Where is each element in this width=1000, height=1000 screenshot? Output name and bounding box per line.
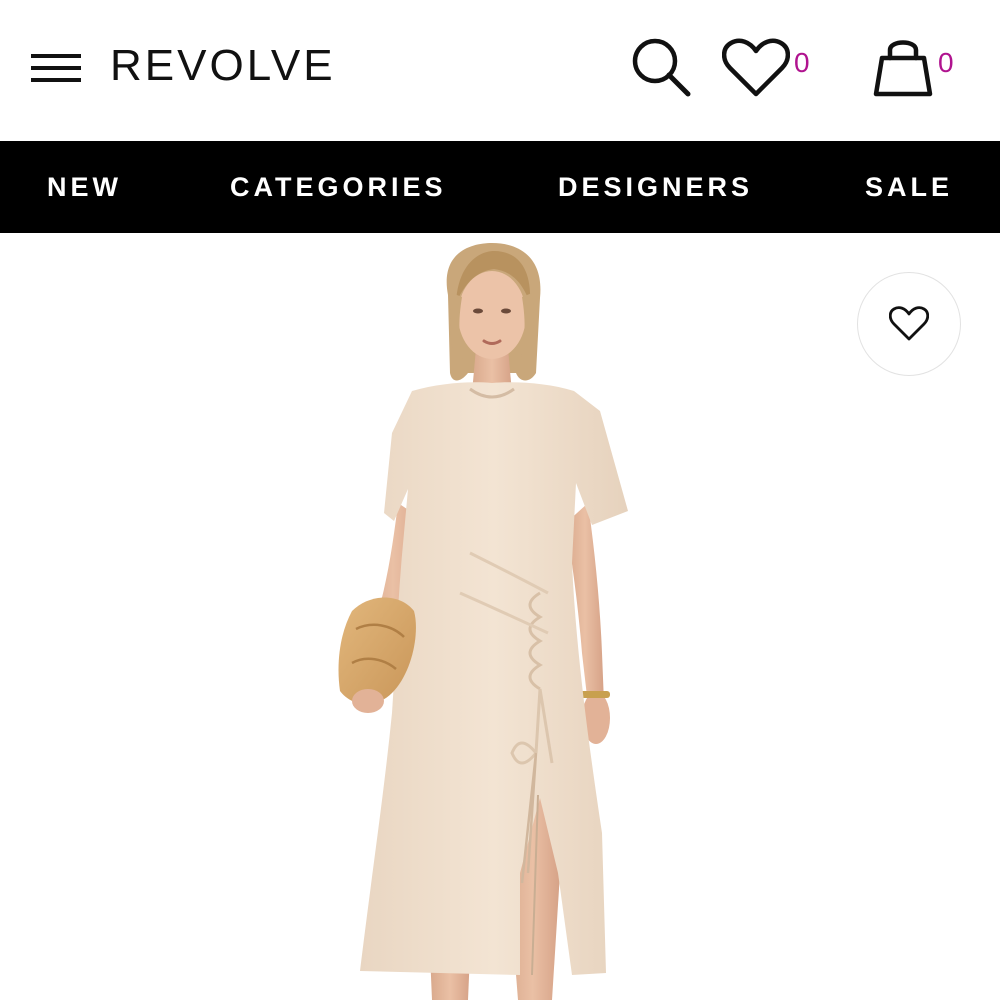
nav-item-sale[interactable]: SALE — [865, 141, 953, 233]
nav-item-categories[interactable]: CATEGORIES — [230, 141, 447, 233]
product-page: REVOLVE 0 0 NEW CATEGORIES DESIGNERS SAL… — [0, 0, 1000, 1000]
bag-count-badge: 0 — [938, 47, 954, 78]
site-header: REVOLVE 0 0 — [0, 0, 1000, 141]
search-icon[interactable] — [630, 36, 692, 98]
hamburger-menu-icon[interactable] — [30, 52, 82, 84]
nav-item-designers[interactable]: DESIGNERS — [558, 141, 753, 233]
model-wearing-dress-illustration — [338, 243, 628, 1000]
shopping-bag-icon[interactable] — [872, 34, 934, 98]
wishlist-count-badge: 0 — [794, 47, 810, 78]
site-logo[interactable]: REVOLVE — [110, 38, 336, 94]
product-photo[interactable] — [0, 233, 1000, 1000]
nav-item-new[interactable]: NEW — [47, 141, 122, 233]
main-nav: NEW CATEGORIES DESIGNERS SALE — [0, 141, 1000, 233]
favorite-button[interactable] — [857, 272, 961, 376]
wishlist-heart-icon[interactable] — [721, 38, 791, 98]
heart-icon — [889, 306, 929, 341]
